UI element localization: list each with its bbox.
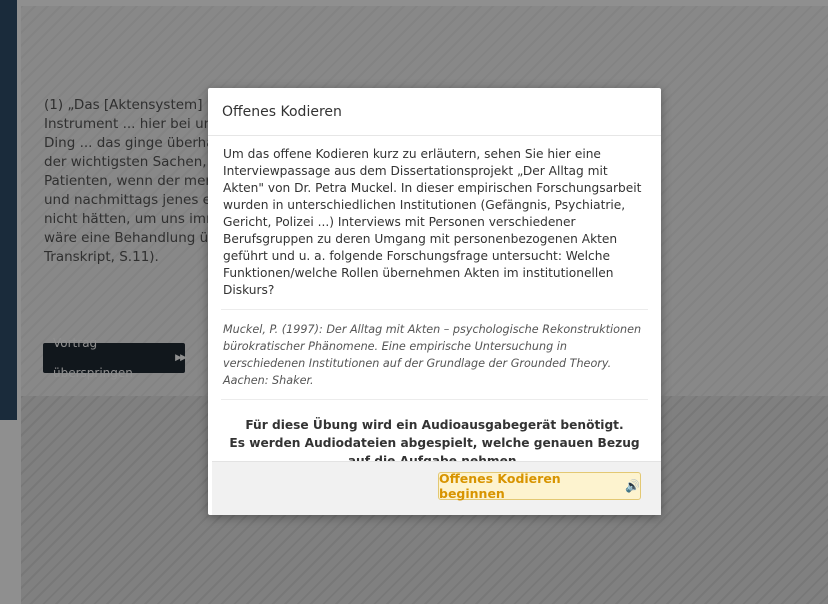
audio-notice-line1: Für diese Übung wird ein Audioausgabeger… bbox=[245, 418, 624, 432]
divider bbox=[221, 399, 648, 400]
modal-footer: Offenes Kodieren beginnen 🔊 bbox=[212, 461, 661, 515]
modal-header: Offenes Kodieren bbox=[208, 88, 661, 136]
divider bbox=[221, 309, 648, 310]
start-open-coding-button[interactable]: Offenes Kodieren beginnen 🔊 bbox=[438, 471, 641, 501]
intro-paragraph: Um das offene Kodieren kurz zu erläutern… bbox=[223, 147, 642, 297]
modal-title: Offenes Kodieren bbox=[222, 103, 342, 120]
start-button-label: Offenes Kodieren beginnen bbox=[439, 471, 561, 501]
modal-body: Um das offene Kodieren kurz zu erläutern… bbox=[208, 136, 661, 470]
speaker-icon: 🔊 bbox=[625, 479, 640, 493]
citation-text: Muckel, P. (1997): Der Alltag mit Akten … bbox=[223, 323, 642, 387]
intro-modal: Offenes Kodieren Um das offene Kodieren … bbox=[208, 88, 661, 515]
